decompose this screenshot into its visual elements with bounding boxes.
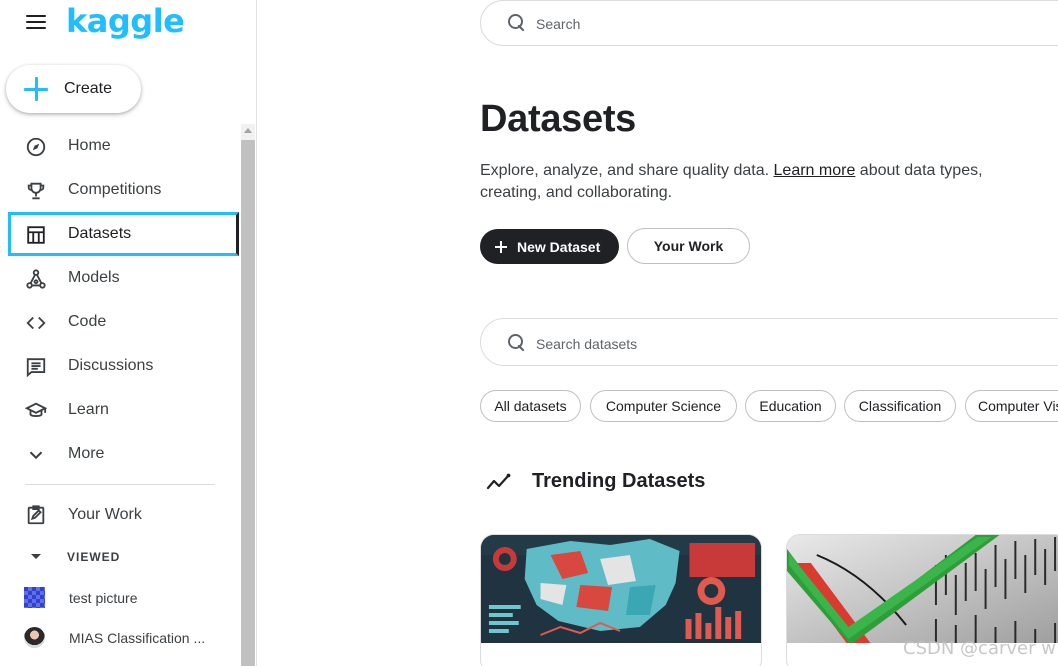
search-icon	[507, 13, 527, 33]
sidebar-item-label: Discussions	[68, 357, 154, 374]
viewed-item[interactable]: test picture	[0, 580, 240, 614]
dataset-cover-image	[787, 535, 1058, 643]
compass-icon	[26, 137, 46, 157]
sidebar-item-label: Your Work	[68, 506, 142, 523]
sidebar-item-your-work[interactable]: Your Work	[0, 493, 240, 537]
description-text: Explore, analyze, and share quality data…	[480, 162, 774, 179]
sidebar-item-label: Datasets	[68, 225, 132, 242]
create-button[interactable]: Create	[6, 65, 141, 113]
viewed-item-label: test picture	[69, 590, 138, 606]
code-icon	[26, 316, 46, 330]
table-icon	[27, 226, 45, 244]
global-search-input[interactable]: Search	[480, 0, 1058, 46]
trophy-icon	[27, 182, 45, 200]
dataset-card[interactable]	[480, 534, 762, 666]
scroll-up-arrow-icon[interactable]	[244, 128, 252, 133]
filter-chips: All datasets Computer Science Education …	[480, 390, 1058, 424]
avatar	[24, 627, 45, 648]
new-dataset-label: New Dataset	[517, 238, 601, 255]
viewed-item[interactable]: MIAS Classification ...	[0, 620, 240, 654]
discussion-icon	[26, 358, 46, 378]
clipboard-edit-icon	[27, 505, 45, 525]
viewed-item-label: MIAS Classification ...	[69, 630, 206, 646]
hamburger-menu-icon[interactable]	[26, 15, 46, 31]
models-icon	[26, 269, 46, 289]
chip-education[interactable]: Education	[745, 390, 836, 422]
plus-icon	[23, 76, 49, 102]
chevron-down-icon	[29, 451, 43, 460]
sidebar-item-competitions[interactable]: Competitions	[0, 168, 240, 212]
sidebar-item-home[interactable]: Home	[0, 124, 240, 168]
main-content: Search Datasets Explore, analyze, and sh…	[258, 0, 1058, 666]
viewed-header: VIEWED	[67, 550, 121, 564]
sidebar-nav: Home Competitions Datasets Models Code D…	[0, 124, 240, 476]
search-icon	[507, 333, 527, 353]
kaggle-logo[interactable]: kaggle	[66, 2, 185, 40]
chip-classification[interactable]: Classification	[844, 390, 956, 422]
sidebar-item-learn[interactable]: Learn	[0, 388, 240, 432]
plus-icon	[495, 240, 507, 253]
scrollbar-thumb[interactable]	[241, 140, 255, 666]
caret-down-icon	[31, 554, 41, 559]
sidebar-item-label: Competitions	[68, 181, 162, 198]
sidebar-item-code[interactable]: Code	[0, 300, 240, 344]
sidebar-item-label: Home	[68, 137, 111, 154]
new-dataset-button[interactable]: New Dataset	[480, 229, 619, 264]
viewed-section-toggle[interactable]: VIEWED	[0, 546, 240, 568]
graduation-cap-icon	[25, 402, 47, 417]
sidebar-item-label: More	[68, 445, 105, 462]
create-label: Create	[64, 80, 113, 97]
chip-computer-science[interactable]: Computer Science	[590, 390, 737, 422]
search-placeholder: Search	[536, 16, 581, 32]
chip-all-datasets[interactable]: All datasets	[480, 390, 581, 422]
sidebar-item-label: Code	[68, 313, 107, 330]
sidebar-divider	[25, 484, 215, 485]
sidebar-item-models[interactable]: Models	[0, 256, 240, 300]
dataset-search-input[interactable]: Search datasets	[480, 318, 1058, 366]
sidebar-item-more[interactable]: More	[0, 432, 240, 476]
watermark-text: CSDN @carver w	[903, 638, 1056, 659]
sidebar-item-label: Learn	[68, 401, 109, 418]
sidebar-scrollbar[interactable]	[241, 124, 255, 666]
page-description: Explore, analyze, and share quality data…	[480, 160, 1000, 204]
dataset-thumbnail	[24, 587, 45, 608]
trending-icon	[486, 473, 511, 490]
learn-more-link[interactable]: Learn more	[774, 162, 856, 179]
sidebar-item-datasets[interactable]: Datasets	[8, 212, 239, 256]
chip-computer-vision[interactable]: Computer Vision	[965, 390, 1058, 422]
dataset-cover-image	[481, 535, 761, 643]
trending-datasets-title: Trending Datasets	[532, 470, 706, 492]
sidebar: kaggle Create Home Competitions Datasets…	[0, 0, 257, 666]
sidebar-item-discussions[interactable]: Discussions	[0, 344, 240, 388]
your-work-button[interactable]: Your Work	[627, 228, 750, 264]
page-title: Datasets	[480, 98, 637, 140]
sidebar-item-label: Models	[68, 269, 120, 286]
search-placeholder: Search datasets	[536, 336, 638, 352]
